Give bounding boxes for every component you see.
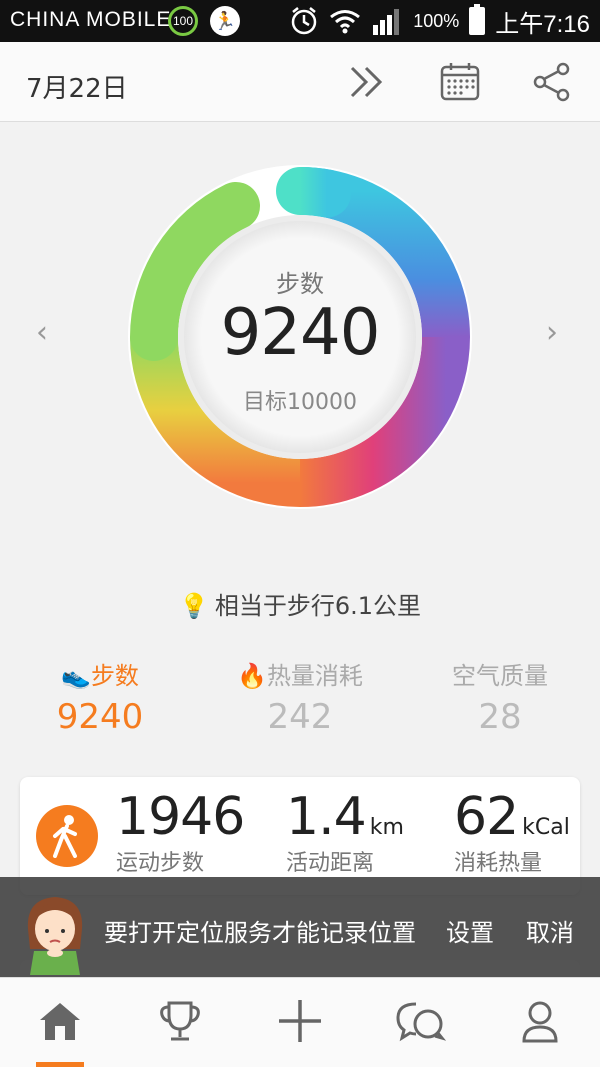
bottom-nav — [0, 977, 600, 1067]
calories-metric: 62 kCal 消耗热量 — [454, 787, 570, 877]
carrier-name: CHINA MOBILE — [10, 8, 172, 31]
running-icon: 🏃 — [210, 6, 240, 36]
tab-calories-title: 热量消耗 — [266, 662, 363, 690]
wifi-icon — [330, 10, 361, 34]
steps-metric-value: 1946 — [116, 787, 245, 847]
ring-label: 步数 — [276, 270, 324, 298]
location-toast: 要打开定位服务才能记录位置 设置 取消 — [0, 877, 600, 977]
badge-icon: 100 — [168, 6, 198, 36]
share-icon[interactable] — [528, 58, 576, 106]
distance-metric-label: 活动距离 — [286, 851, 375, 876]
calories-metric-label: 消耗热量 — [454, 851, 543, 876]
next-day-arrow[interactable]: › — [546, 315, 558, 350]
toast-message: 要打开定位服务才能记录位置 — [104, 919, 416, 947]
tab-air-title: 空气质量 — [452, 662, 548, 690]
ring-center: 步数 9240 目标10000 — [183, 218, 417, 452]
distance-tip: 💡 相当于步行6.1公里 — [0, 586, 600, 621]
prev-day-arrow[interactable]: ‹ — [36, 315, 48, 350]
chat-icon[interactable] — [390, 996, 450, 1046]
status-right: 100% 上午7:16 — [289, 0, 590, 42]
calories-metric-value: 62 — [454, 787, 519, 847]
flame-icon: 🔥 — [237, 662, 267, 690]
step-goal: 目标10000 — [243, 390, 357, 415]
calendar-icon[interactable] — [436, 58, 484, 106]
tab-calories-value: 242 — [267, 697, 333, 737]
tab-calories[interactable]: 🔥热量消耗 242 — [200, 656, 400, 737]
active-tab-indicator — [36, 1062, 84, 1067]
steps-metric-label: 运动步数 — [116, 851, 205, 876]
lightbulb-icon: 💡 — [178, 592, 209, 620]
shoe-icon: 👟 — [61, 662, 91, 690]
fast-forward-icon[interactable] — [342, 58, 390, 106]
battery-percent: 100% — [413, 10, 460, 31]
walking-icon — [36, 805, 98, 867]
tab-steps-title: 步数 — [90, 662, 139, 690]
step-count: 9240 — [220, 296, 381, 370]
distance-unit: km — [369, 815, 404, 840]
ring-arc-start — [276, 166, 351, 218]
toast-cancel-button[interactable]: 取消 — [526, 913, 574, 948]
date-label[interactable]: 7月22日 — [26, 68, 128, 105]
signal-icon — [373, 9, 400, 35]
alarm-icon — [291, 7, 317, 35]
status-bar: CHINA MOBILE 100 🏃 100% 上午7:16 — [0, 0, 600, 42]
steps-metric: 1946 运动步数 — [116, 787, 245, 877]
toast-settings-button[interactable]: 设置 — [446, 913, 494, 948]
distance-metric: 1.4 km 活动距离 — [286, 787, 404, 877]
battery-icon — [469, 4, 486, 35]
tab-air-value: 28 — [478, 697, 522, 737]
top-bar: 7月22日 — [0, 42, 600, 122]
trophy-icon[interactable] — [150, 996, 210, 1046]
clock: 上午7:16 — [495, 10, 590, 38]
add-icon[interactable] — [270, 996, 330, 1046]
tab-air-quality[interactable]: 空气质量 28 — [400, 656, 600, 737]
tab-steps[interactable]: 👟步数 9240 — [0, 656, 200, 737]
calories-unit: kCal — [522, 815, 570, 840]
home-icon[interactable] — [30, 996, 90, 1046]
avatar-icon — [27, 897, 83, 975]
tab-steps-value: 9240 — [56, 697, 144, 737]
profile-icon[interactable] — [510, 996, 570, 1046]
distance-metric-value: 1.4 — [286, 787, 367, 847]
tip-text: 相当于步行6.1公里 — [214, 592, 422, 620]
